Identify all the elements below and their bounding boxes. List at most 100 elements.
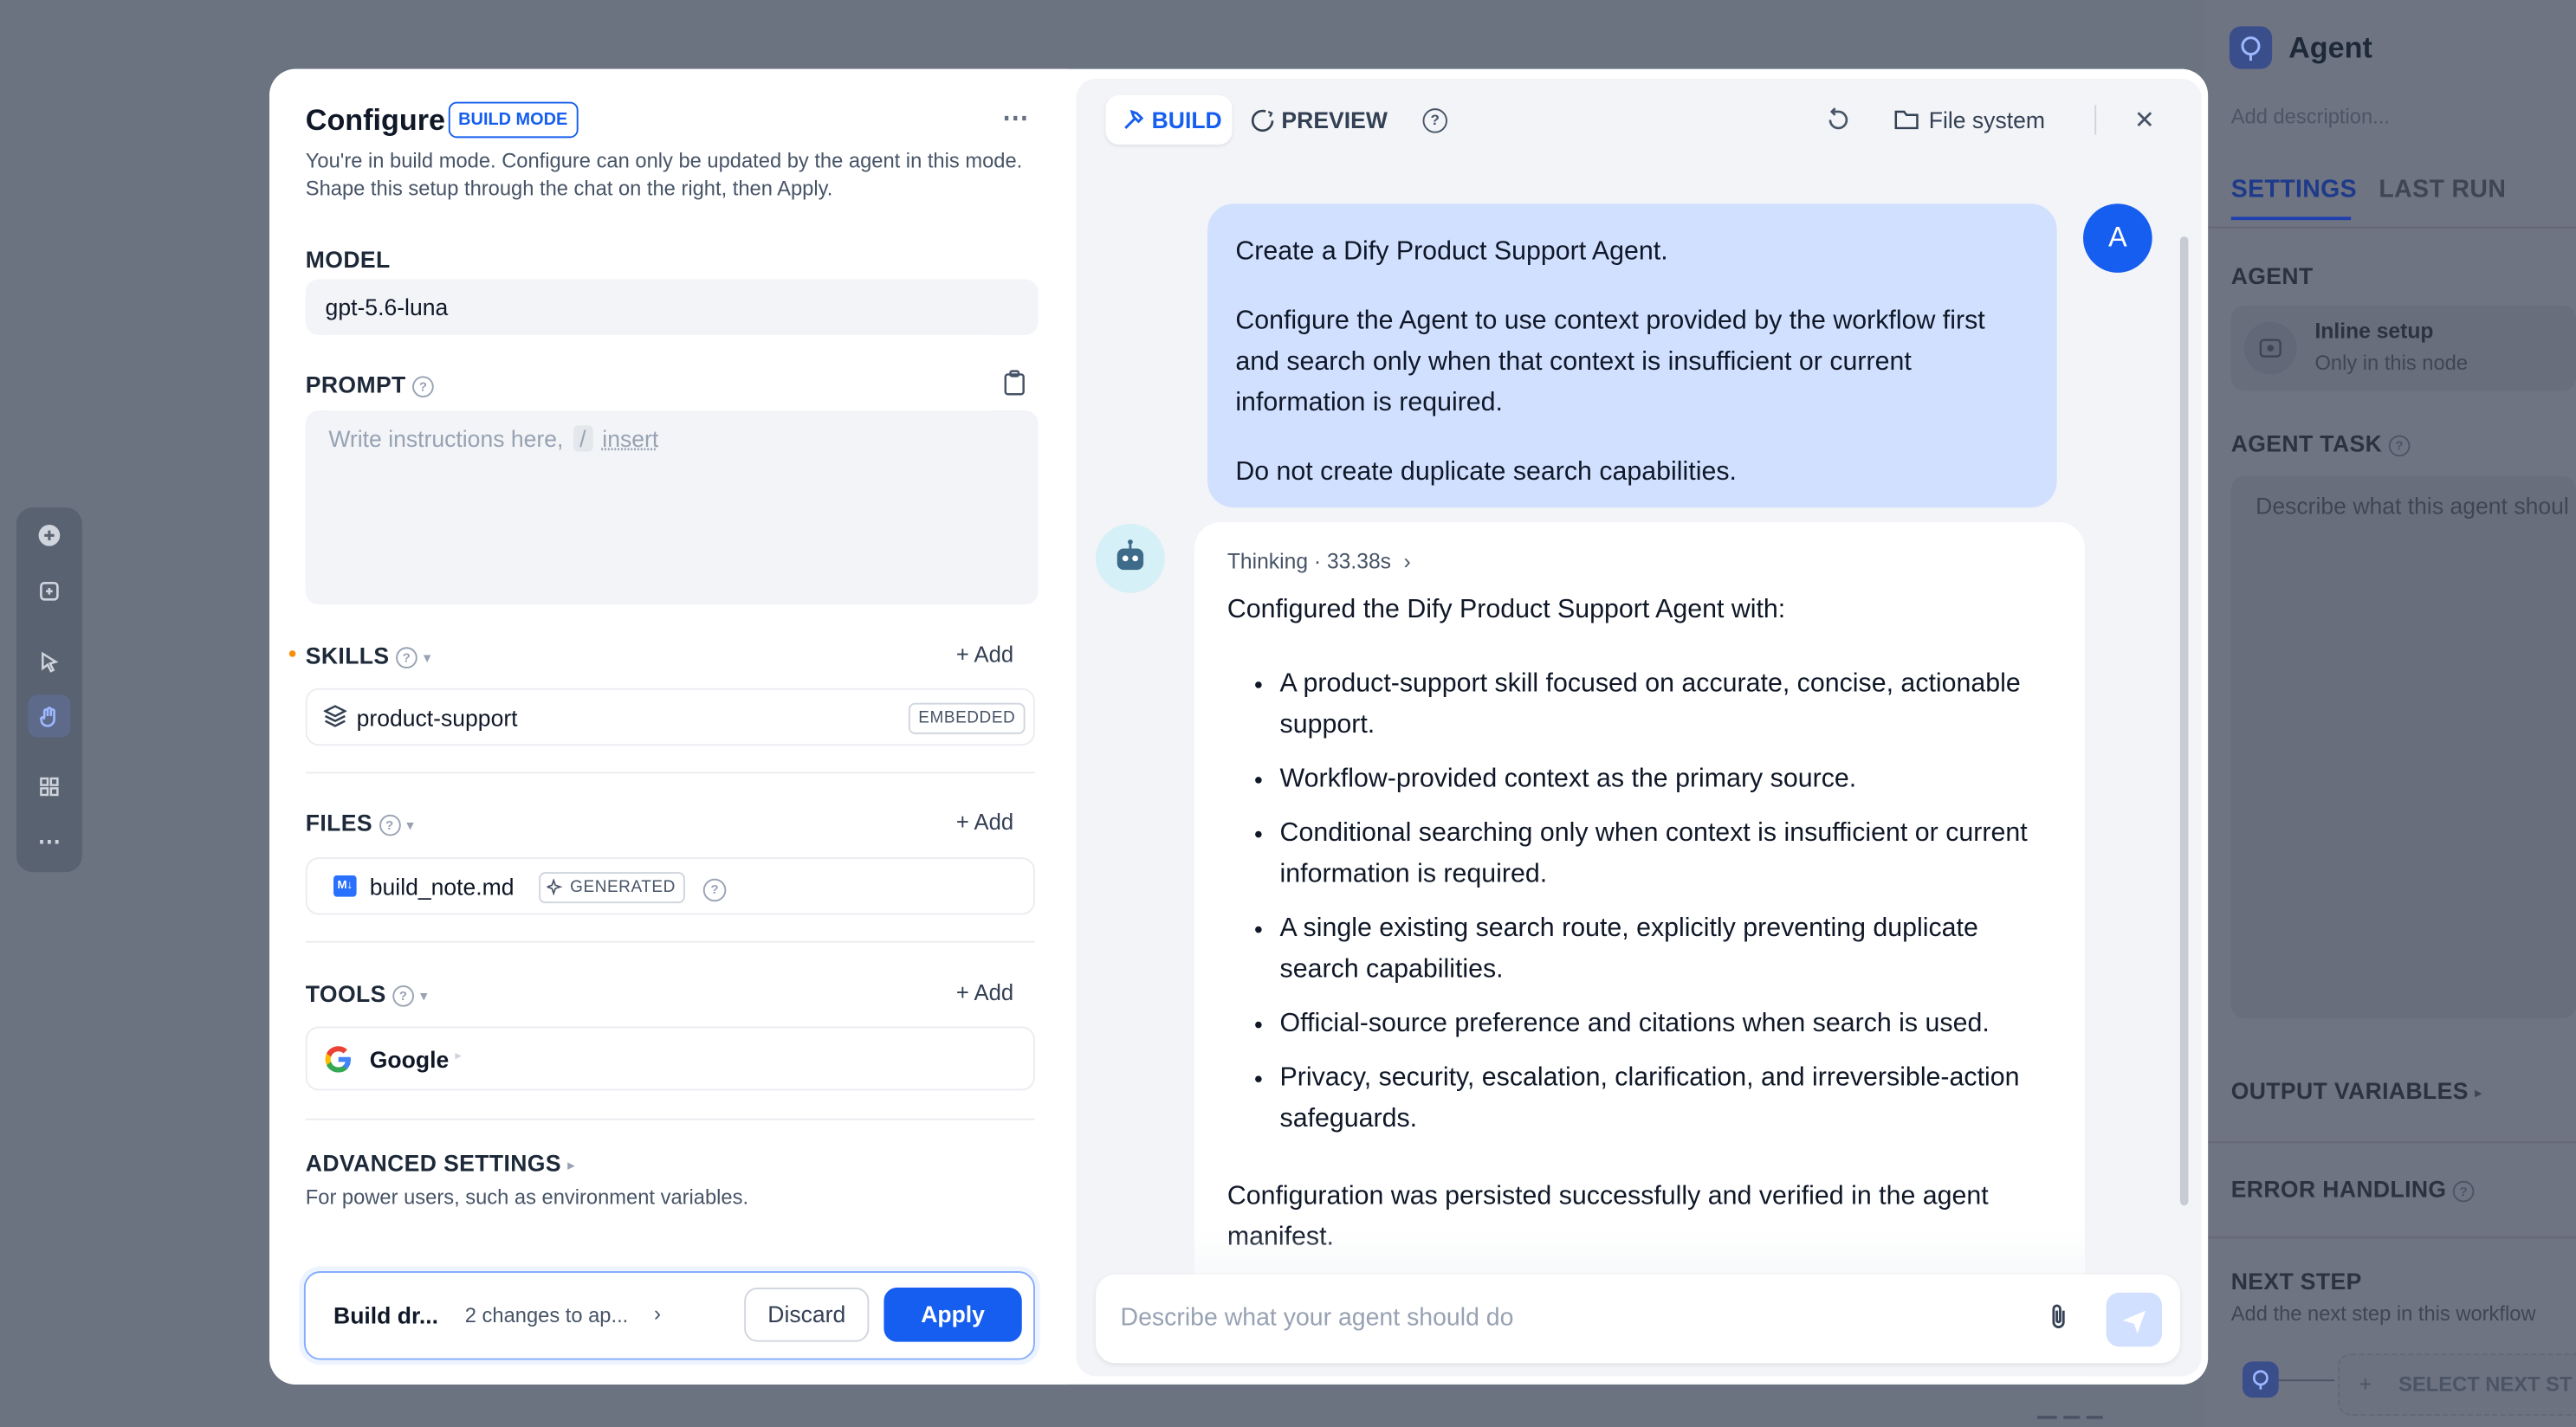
node-settings-panel: Agent Add description... SETTINGS LAST R… xyxy=(2203,0,2576,1427)
user-message-line: Do not create duplicate search capabilit… xyxy=(1235,458,1737,487)
prompt-label: PROMPT? xyxy=(306,371,434,397)
advanced-description: For power users, such as environment var… xyxy=(305,1185,749,1209)
next-step-agent-icon xyxy=(2242,1361,2279,1398)
attachment-icon[interactable] xyxy=(2045,1302,2071,1340)
agent-task-input[interactable]: Describe what this agent shoul xyxy=(2230,476,2576,1018)
prompt-editor[interactable]: Write instructions here, / insert xyxy=(305,410,1039,604)
skill-layers-icon xyxy=(322,705,348,736)
tools-label[interactable]: TOOLS? ▾ xyxy=(306,980,428,1006)
divider xyxy=(305,772,1035,774)
files-label[interactable]: FILES? ▾ xyxy=(306,810,414,836)
configure-title: Configure xyxy=(305,103,446,137)
canvas-toolbar: ⋯ xyxy=(16,507,82,873)
add-skill-button[interactable]: + Add xyxy=(956,642,1013,667)
file-name: build_note.md xyxy=(369,874,515,901)
generated-help-icon[interactable]: ? xyxy=(696,875,727,905)
clipboard-icon[interactable] xyxy=(1002,370,1026,404)
agent-label: AGENT xyxy=(2230,262,2314,289)
configure-modal: Configure BUILD MODE ⋯ You're in build m… xyxy=(269,68,2209,1385)
skills-label[interactable]: SKILLS? ▾ xyxy=(306,642,431,668)
user-message: Create a Dify Product Support Agent. Con… xyxy=(1207,203,2057,508)
description-placeholder[interactable]: Add description... xyxy=(2231,105,2390,128)
list-item: Workflow-provided context as the primary… xyxy=(1280,759,2052,799)
tab-last-run[interactable]: LAST RUN xyxy=(2379,176,2506,203)
google-icon xyxy=(324,1044,353,1082)
plus-icon: + xyxy=(2359,1371,2372,1397)
add-node-icon[interactable] xyxy=(35,520,64,550)
section-divider xyxy=(2203,1141,2576,1144)
file-item[interactable]: M↓ build_note.md GENERATED ? xyxy=(305,857,1035,915)
insert-hint: insert xyxy=(602,425,659,452)
tool-chevron-icon: ▸ xyxy=(455,1048,463,1063)
generated-badge: GENERATED xyxy=(539,872,686,904)
more-icon[interactable]: ⋯ xyxy=(35,826,64,856)
tab-preview[interactable]: PREVIEW xyxy=(1247,95,1395,145)
user-message-line: Create a Dify Product Support Agent. xyxy=(1235,238,1668,267)
organize-icon[interactable] xyxy=(35,772,64,801)
tab-preview-label: PREVIEW xyxy=(1281,107,1388,133)
model-selector[interactable]: gpt-5.6-luna xyxy=(305,279,1039,335)
apply-button[interactable]: Apply xyxy=(883,1288,1022,1342)
add-file-button[interactable]: + Add xyxy=(956,810,1013,834)
chat-scrollbar[interactable] xyxy=(2179,236,2189,1206)
tool-item[interactable]: Google ▸ xyxy=(305,1026,1035,1091)
divider xyxy=(305,1118,1035,1120)
list-item: A single existing search route, explicit… xyxy=(1280,908,2052,991)
output-variables[interactable]: OUTPUT VARIABLES ▸ xyxy=(2231,1077,2482,1103)
section-divider-2 xyxy=(2203,1237,2576,1239)
help-icon[interactable]: ? xyxy=(1416,107,1447,136)
user-message-line: Configure the Agent to use context provi… xyxy=(1235,307,1985,417)
agent-task-placeholder: Describe what this agent shoul xyxy=(2256,493,2569,520)
tab-divider xyxy=(2203,226,2576,229)
slash-key: / xyxy=(573,425,593,452)
thinking-toggle[interactable]: Thinking · 33.38s › xyxy=(1227,548,2052,572)
inline-setup-title: Inline setup xyxy=(2314,318,2434,344)
list-item: A product-support skill focused on accur… xyxy=(1280,663,2052,746)
add-tool-button[interactable]: + Add xyxy=(956,980,1013,1004)
chat-input[interactable]: Describe what your agent should do xyxy=(1096,1274,2180,1364)
skill-item[interactable]: product-support EMBEDDED xyxy=(305,688,1035,746)
assistant-avatar xyxy=(1096,524,1165,593)
tab-build[interactable]: BUILD xyxy=(1105,95,1233,145)
tab-build-label: BUILD xyxy=(1151,107,1222,133)
changes-summary[interactable]: 2 changes to ap... xyxy=(465,1304,629,1327)
file-system-label: File system xyxy=(1928,107,2046,133)
model-label: MODEL xyxy=(305,246,391,273)
build-mode-description: You're in build mode. Configure can only… xyxy=(305,149,1023,201)
inline-setup-subtitle: Only in this node xyxy=(2314,351,2469,375)
build-draft-label: Build dr... xyxy=(333,1302,439,1329)
next-step-subtitle: Add the next step in this workflow xyxy=(2230,1302,2536,1326)
send-button[interactable] xyxy=(2106,1292,2163,1347)
select-next-step-button[interactable]: + SELECT NEXT ST xyxy=(2338,1353,2576,1416)
inline-setup-icon xyxy=(2243,321,2297,375)
error-handling[interactable]: ERROR HANDLING? xyxy=(2231,1176,2475,1202)
list-item: Privacy, security, escalation, clarifica… xyxy=(1280,1057,2052,1140)
select-next-step-label: SELECT NEXT ST xyxy=(2398,1372,2573,1397)
sparkle-icon xyxy=(547,878,563,896)
connector-line xyxy=(2278,1379,2335,1382)
hand-icon[interactable] xyxy=(28,694,71,738)
advanced-settings-toggle[interactable]: ADVANCED SETTINGS ▸ xyxy=(306,1150,575,1176)
close-icon[interactable]: ✕ xyxy=(2134,105,2155,134)
list-item: Official-source preference and citations… xyxy=(1280,1004,2052,1044)
chat-input-placeholder: Describe what your agent should do xyxy=(1120,1303,1514,1333)
folder-icon xyxy=(1894,110,1919,130)
assistant-intro: Configured the Dify Product Support Agen… xyxy=(1227,596,1786,624)
prompt-placeholder: Write instructions here, / insert xyxy=(328,425,659,452)
build-chat-panel: BUILD PREVIEW ? File system ✕ Create a D… xyxy=(1076,79,2202,1377)
inline-setup-card[interactable]: Inline setup Only in this node xyxy=(2230,305,2576,391)
discard-button[interactable]: Discard xyxy=(744,1288,870,1342)
reset-icon[interactable] xyxy=(1825,107,1851,141)
agent-node-icon xyxy=(2229,26,2273,69)
agent-title: Agent xyxy=(2288,31,2372,64)
pointer-icon[interactable] xyxy=(35,647,64,676)
add-note-icon[interactable] xyxy=(35,577,64,606)
hammer-icon xyxy=(1124,109,1144,129)
robot-icon xyxy=(1116,539,1144,571)
chevron-right-icon[interactable]: › xyxy=(654,1301,661,1325)
agent-task-label: AGENT TASK? xyxy=(2231,430,2411,456)
tab-underline xyxy=(2230,216,2352,221)
tab-settings[interactable]: SETTINGS xyxy=(2231,176,2357,203)
more-options-icon[interactable]: ⋯ xyxy=(1002,102,1028,135)
embedded-badge: EMBEDDED xyxy=(908,702,1026,734)
